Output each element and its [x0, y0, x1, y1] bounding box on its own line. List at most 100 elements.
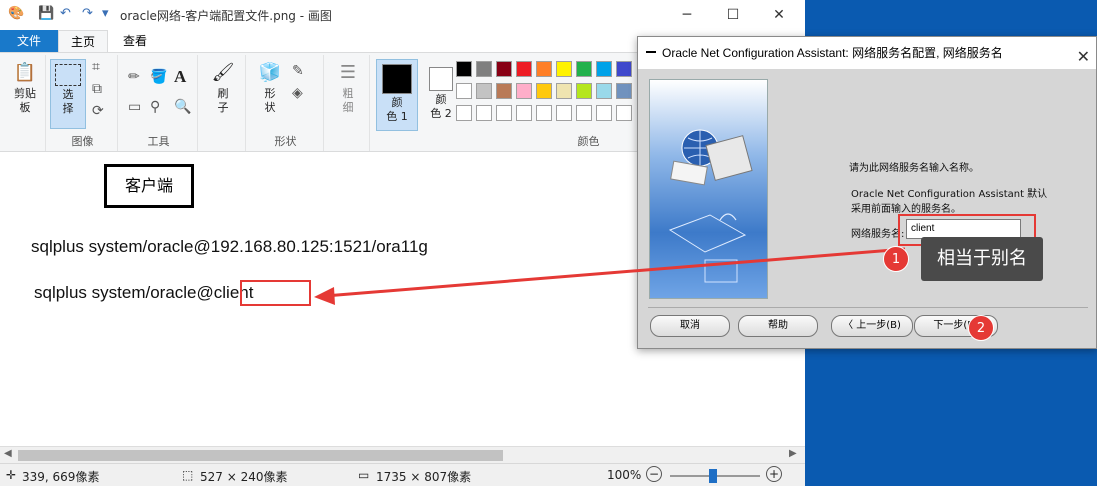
- save-icon[interactable]: 💾: [38, 6, 54, 21]
- palette-swatch[interactable]: [496, 105, 512, 121]
- select-rectangle-icon: [55, 64, 81, 86]
- rotate-icon[interactable]: ⟳: [92, 103, 104, 119]
- color1-button[interactable]: 颜 色 1: [376, 59, 418, 131]
- minimize-button[interactable]: ─: [672, 4, 702, 26]
- client-box: 客户端: [104, 164, 194, 208]
- zoom-slider-thumb[interactable]: [709, 469, 717, 483]
- cursor-position-icon: ✛: [6, 468, 17, 482]
- size-label: 粗 细: [342, 87, 354, 114]
- dialog-body: 请为此网络服务名输入名称。 Oracle Net Configuration A…: [638, 69, 1096, 348]
- palette-swatch[interactable]: [496, 83, 512, 99]
- clipboard-icon: 📋: [13, 62, 37, 83]
- color2-label: 颜 色 2: [430, 93, 452, 120]
- palette-swatch[interactable]: [596, 61, 612, 77]
- text-tool-icon[interactable]: A: [174, 67, 186, 87]
- color1-label: 颜 色 1: [386, 96, 408, 123]
- help-button[interactable]: 帮助: [738, 315, 818, 337]
- color-picker-icon[interactable]: ⚲: [150, 99, 160, 115]
- tab-file[interactable]: 文件: [0, 30, 58, 52]
- oracle-net-config-dialog: Oracle Net Configuration Assistant: 网络服务…: [637, 36, 1097, 349]
- clipboard-group: 📋 剪贴 板: [4, 55, 46, 151]
- back-button[interactable]: 〈 上一步(B): [831, 315, 913, 337]
- size-group: ☰ 粗 细: [326, 55, 370, 151]
- palette-swatch[interactable]: [516, 83, 532, 99]
- crop-icon[interactable]: ⌗: [92, 59, 100, 75]
- palette-swatch[interactable]: [616, 83, 632, 99]
- palette-swatch[interactable]: [616, 61, 632, 77]
- palette-swatch[interactable]: [576, 105, 592, 121]
- palette-swatch[interactable]: [556, 61, 572, 77]
- fill-icon[interactable]: ◈: [292, 85, 303, 101]
- cancel-button[interactable]: 取消: [650, 315, 730, 337]
- eraser-icon[interactable]: ▭: [128, 99, 141, 115]
- image-group: 选 择 ⌗ ⧉ ⟳ 图像: [48, 55, 118, 151]
- palette-swatch[interactable]: [556, 105, 572, 121]
- status-bar: ✛ 339, 669像素 ⬚ 527 × 240像素 ▭ 1735 × 807像…: [0, 463, 805, 486]
- palette-swatch[interactable]: [536, 83, 552, 99]
- dialog-info-line2: 采用前面输入的服务名。: [851, 204, 961, 215]
- redo-icon[interactable]: ↷: [82, 6, 93, 21]
- dialog-titlebar: Oracle Net Configuration Assistant: 网络服务…: [638, 37, 1096, 69]
- palette-swatch[interactable]: [476, 83, 492, 99]
- palette-swatch[interactable]: [516, 105, 532, 121]
- step-badge-1: 1: [883, 246, 909, 272]
- image-size: 1735 × 807像素: [376, 470, 472, 484]
- tab-home[interactable]: 主页: [58, 30, 108, 52]
- palette-swatch[interactable]: [576, 83, 592, 99]
- pencil-icon[interactable]: ✏: [128, 69, 140, 85]
- palette-swatch[interactable]: [536, 61, 552, 77]
- palette-swatch[interactable]: [476, 61, 492, 77]
- magnifier-icon[interactable]: 🔍: [174, 99, 191, 115]
- resize-icon[interactable]: ⧉: [92, 81, 102, 97]
- palette-swatch[interactable]: [616, 105, 632, 121]
- network-illustration-icon: [668, 129, 753, 283]
- size-button[interactable]: ☰ 粗 细: [330, 61, 366, 115]
- close-button[interactable]: ✕: [764, 4, 794, 26]
- cursor-position: 339, 669像素: [22, 470, 100, 484]
- maximize-button[interactable]: ☐: [718, 4, 748, 26]
- palette-swatch[interactable]: [596, 105, 612, 121]
- canvas-line-1: sqlplus system/oracle@192.168.80.125:152…: [31, 237, 428, 256]
- palette-swatch[interactable]: [516, 61, 532, 77]
- alias-callout: 相当于别名: [921, 237, 1043, 281]
- select-label: 选 择: [62, 88, 74, 115]
- brush-button[interactable]: 🖌 刷 子: [204, 61, 242, 115]
- palette-swatch[interactable]: [496, 61, 512, 77]
- quick-access-dropdown-icon[interactable]: ▾: [102, 6, 109, 21]
- select-button[interactable]: 选 择: [50, 59, 86, 129]
- brushes-group: 🖌 刷 子: [200, 55, 246, 151]
- scroll-right-icon[interactable]: ▶: [789, 448, 797, 459]
- dialog-info-line1: Oracle Net Configuration Assistant 默认: [851, 189, 1048, 200]
- palette-swatch[interactable]: [576, 61, 592, 77]
- dialog-app-icon: [646, 51, 656, 53]
- back-label: 上一步(B): [856, 320, 901, 331]
- shapes-group: 🧊 形 状 ✎ ◈ 形状: [248, 55, 324, 151]
- palette-swatch[interactable]: [596, 83, 612, 99]
- palette-swatch[interactable]: [476, 105, 492, 121]
- color-palette: [456, 61, 641, 127]
- selection-size-icon: ⬚: [182, 468, 194, 482]
- zoom-out-button[interactable]: −: [646, 466, 662, 482]
- scrollbar-thumb[interactable]: [18, 450, 503, 461]
- shape-label: 形 状: [264, 87, 276, 114]
- palette-swatch[interactable]: [456, 61, 472, 77]
- dialog-separator: [648, 307, 1088, 308]
- scroll-left-icon[interactable]: ◀: [4, 448, 12, 459]
- clipboard-button[interactable]: 📋 剪贴 板: [7, 61, 43, 115]
- shape-button[interactable]: 🧊 形 状: [252, 61, 288, 115]
- palette-swatch[interactable]: [556, 83, 572, 99]
- image-group-label: 图像: [71, 135, 94, 148]
- outline-icon[interactable]: ✎: [292, 63, 304, 79]
- zoom-in-button[interactable]: +: [766, 466, 782, 482]
- horizontal-scrollbar[interactable]: ◀ ▶: [0, 446, 805, 463]
- palette-swatch[interactable]: [536, 105, 552, 121]
- palette-swatch[interactable]: [456, 83, 472, 99]
- dialog-prompt: 请为此网络服务名输入名称。: [849, 163, 979, 174]
- undo-icon[interactable]: ↶: [60, 6, 71, 21]
- palette-swatch[interactable]: [456, 105, 472, 121]
- step-badge-2: 2: [968, 315, 994, 341]
- back-chevron-icon: 〈: [843, 320, 857, 331]
- zoom-level: 100%: [607, 468, 642, 482]
- tab-view[interactable]: 查看: [112, 30, 158, 52]
- fill-bucket-icon[interactable]: 🪣: [150, 69, 167, 85]
